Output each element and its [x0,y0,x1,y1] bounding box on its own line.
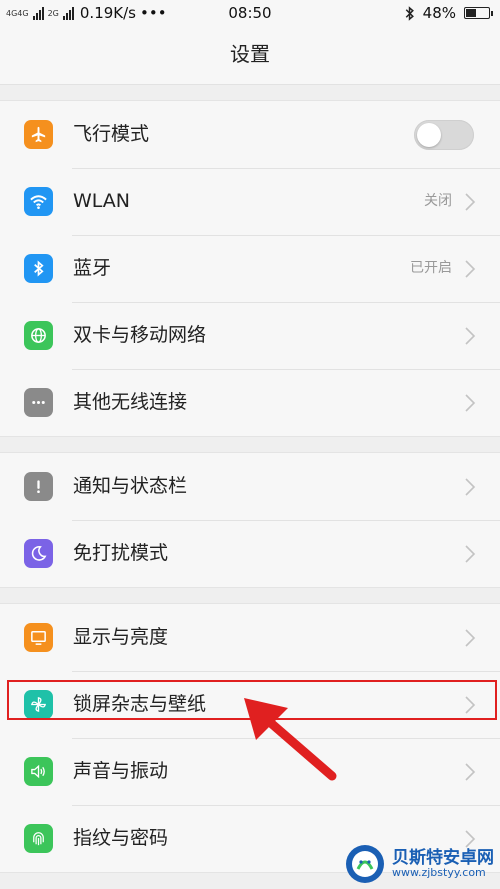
network-type-label-2: 2G [47,8,59,18]
setting-label: WLAN [73,190,131,212]
status-right: 48% [405,4,493,22]
globe-icon [24,321,53,350]
status-bar: 4G4G 2G 0.19K/s ••• 08:50 48% [0,0,500,28]
setting-label: 声音与振动 [73,760,169,782]
watermark-logo-icon [346,845,384,883]
network-speed: 0.19K/s [79,4,136,22]
page-title: 设置 [230,42,270,66]
airplane-icon [24,120,53,149]
airplane-mode-toggle[interactable] [414,120,474,150]
watermark-text: 贝斯特安卓网 www.zjbstyy.com [392,847,494,880]
chevron-right-icon [465,327,476,345]
setting-label: 其他无线连接 [73,391,188,413]
setting-label: 显示与亮度 [73,626,169,648]
setting-lockscreen-wallpaper[interactable]: 锁屏杂志与壁纸 [0,671,500,738]
chevron-right-icon [465,193,476,211]
setting-label: 锁屏杂志与壁纸 [73,693,207,715]
settings-group-notifications: 通知与状态栏 免打扰模式 [0,452,500,588]
fingerprint-icon [24,824,53,853]
settings-group-connectivity: 飞行模式 WLAN 关闭 蓝牙 已开启 双卡与移动网络 其他无线连接 [0,100,500,437]
setting-do-not-disturb[interactable]: 免打扰模式 [0,520,500,587]
setting-sound-vibration[interactable]: 声音与振动 [0,738,500,805]
battery-level-fill [466,9,476,17]
chevron-right-icon [465,545,476,563]
setting-label: 双卡与移动网络 [73,324,207,346]
chevron-right-icon [465,696,476,714]
setting-value: 关闭 [424,193,452,209]
bluetooth-status-icon [405,5,414,21]
signal-icon-2 [62,6,74,20]
setting-airplane-mode[interactable]: 飞行模式 [0,101,500,168]
setting-label: 免打扰模式 [73,542,169,564]
exclamation-icon [24,472,53,501]
setting-label: 飞行模式 [73,123,150,145]
wifi-icon [24,187,53,216]
setting-label: 蓝牙 [73,257,112,279]
toggle-knob [417,123,441,147]
setting-other-wireless[interactable]: 其他无线连接 [0,369,500,436]
pinwheel-icon [24,690,53,719]
setting-wlan[interactable]: WLAN 关闭 [0,168,500,235]
battery-icon [464,7,493,19]
moon-icon [24,539,53,568]
battery-percentage: 48% [422,4,456,22]
chevron-right-icon [465,763,476,781]
chevron-right-icon [465,478,476,496]
setting-dual-sim-network[interactable]: 双卡与移动网络 [0,302,500,369]
speaker-icon [24,757,53,786]
setting-value: 已开启 [410,260,452,276]
setting-notifications-status-bar[interactable]: 通知与状态栏 [0,453,500,520]
watermark-name: 贝斯特安卓网 [392,847,494,868]
chevron-right-icon [465,394,476,412]
chevron-right-icon [465,629,476,647]
page-title-bar: 设置 [0,28,500,85]
setting-label: 指纹与密码 [73,827,169,849]
setting-bluetooth[interactable]: 蓝牙 已开启 [0,235,500,302]
setting-label: 通知与状态栏 [73,475,188,497]
chevron-right-icon [465,260,476,278]
monitor-icon [24,623,53,652]
watermark-url: www.zjbstyy.com [392,866,486,880]
dots-icon [24,388,53,417]
bluetooth-icon [24,254,53,283]
settings-group-display-sound: 显示与亮度 锁屏杂志与壁纸 声音与振动 指纹与密码 [0,603,500,873]
signal-icon [32,6,44,20]
watermark: 贝斯特安卓网 www.zjbstyy.com [344,843,494,885]
setting-display-brightness[interactable]: 显示与亮度 [0,604,500,671]
more-notifications-icon: ••• [140,4,167,22]
network-type-label: 4G4G [6,8,29,18]
status-left: 4G4G 2G 0.19K/s ••• [6,4,167,22]
